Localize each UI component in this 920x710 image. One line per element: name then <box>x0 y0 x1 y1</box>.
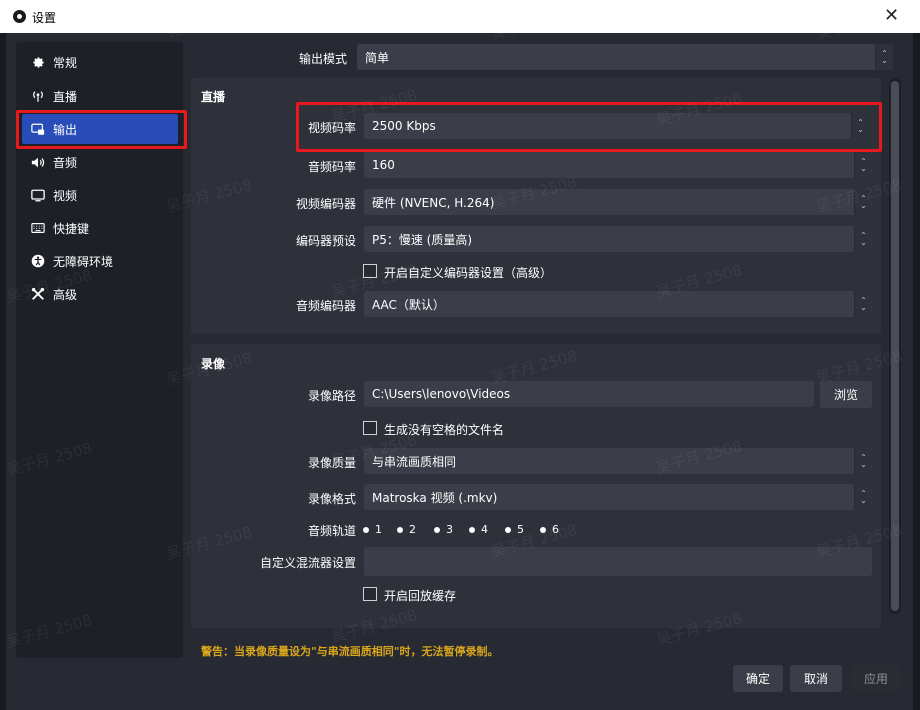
audio-track-6[interactable]: 6 <box>540 523 559 536</box>
sidebar-item-audio[interactable]: 音频 <box>22 147 178 177</box>
sidebar-item-advanced[interactable]: 高级 <box>22 279 178 309</box>
radio-dot-icon <box>540 526 546 533</box>
keyboard-icon <box>31 221 45 235</box>
window-title: 设置 <box>32 11 57 25</box>
replay-buffer-label: 开启回放缓存 <box>384 589 457 603</box>
output-icon <box>31 122 45 136</box>
sidebar-item-label: 高级 <box>53 287 78 302</box>
audio-track-2[interactable]: 2 <box>397 523 416 536</box>
spin-arrows-icon[interactable]: ⌃ ⌄ <box>851 113 869 139</box>
audio-track-1[interactable]: 1 <box>363 523 382 536</box>
close-icon[interactable]: ✕ <box>884 5 899 26</box>
sidebar-item-label: 输出 <box>53 122 78 137</box>
sidebar-item-general[interactable]: 常规 <box>22 47 178 77</box>
audio-encoder-select[interactable]: AAC（默认） ⌃ ⌄ <box>364 291 872 317</box>
custom-muxer-label: 自定义混流器设置 <box>259 556 356 570</box>
audio-tracks-label: 音频轨道 <box>307 524 356 538</box>
recording-format-select[interactable]: Matroska 视频 (.mkv) ⌃ ⌄ <box>364 484 872 510</box>
chevron-updown-icon: ⌃ ⌄ <box>875 44 893 70</box>
accessibility-icon <box>31 254 45 268</box>
recording-quality-label: 录像质量 <box>307 456 356 470</box>
wrench-icon <box>31 287 45 301</box>
sidebar-item-output[interactable]: 输出 <box>22 114 178 144</box>
browse-button[interactable]: 浏览 <box>820 381 872 408</box>
scrollbar-thumb[interactable] <box>891 81 899 611</box>
monitor-icon <box>31 188 45 202</box>
gear-icon <box>31 55 45 69</box>
video-encoder-select[interactable]: 硬件 (NVENC, H.264) ⌃ ⌄ <box>364 189 872 215</box>
replay-buffer-checkbox[interactable] <box>363 587 377 601</box>
radio-dot-icon <box>397 526 403 533</box>
recording-path-input[interactable]: C:\Users\lenovo\Videos <box>364 381 814 407</box>
audio-track-5[interactable]: 5 <box>505 523 524 536</box>
encoder-preset-select[interactable]: P5：慢速 (质量高) ⌃ ⌄ <box>364 226 872 252</box>
recording-section-title: 录像 <box>201 357 226 371</box>
chevron-updown-icon: ⌃ ⌄ <box>854 226 872 252</box>
cancel-button[interactable]: 取消 <box>790 665 842 692</box>
video-bitrate-label: 视频码率 <box>307 121 356 135</box>
recording-format-label: 录像格式 <box>307 492 356 506</box>
chevron-updown-icon: ⌃ ⌄ <box>854 448 872 474</box>
obs-app-icon <box>13 10 26 23</box>
sidebar-item-accessibility[interactable]: 无障碍环境 <box>22 246 178 276</box>
apply-button[interactable]: 应用 <box>850 665 902 692</box>
chevron-updown-icon: ⌃ ⌄ <box>854 152 872 178</box>
audio-encoder-label: 音频编码器 <box>295 299 356 313</box>
chevron-updown-icon: ⌃ ⌄ <box>854 484 872 510</box>
encoder-preset-label: 编码器预设 <box>295 234 356 248</box>
video-encoder-label: 视频编码器 <box>295 197 356 211</box>
radio-dot-icon <box>505 526 511 533</box>
radio-dot-icon <box>469 526 475 533</box>
chevron-updown-icon: ⌃ ⌄ <box>854 291 872 317</box>
sidebar: 常规 直播 输出 音频 视频 快捷键 无障碍环境 高级 <box>16 42 183 658</box>
custom-encoder-checkbox[interactable] <box>363 264 377 278</box>
radio-dot-icon <box>363 526 369 533</box>
custom-encoder-label: 开启自定义编码器设置（高级） <box>384 266 553 280</box>
antenna-icon <box>31 89 45 103</box>
sidebar-item-label: 音频 <box>53 155 78 170</box>
sidebar-item-video[interactable]: 视频 <box>22 180 178 210</box>
title-bar: 设置 ✕ <box>0 0 920 33</box>
audio-track-3[interactable]: 3 <box>434 523 453 536</box>
speaker-icon <box>31 155 45 169</box>
custom-muxer-input[interactable] <box>364 547 872 576</box>
sidebar-item-label: 视频 <box>53 188 78 203</box>
right-edge <box>913 33 920 710</box>
warning-text: 警告：当录像质量设为"与串流画质相同"时，无法暂停录制。 <box>201 645 499 658</box>
radio-dot-icon <box>434 526 440 533</box>
sidebar-item-label: 快捷键 <box>53 221 90 236</box>
streaming-section-title: 直播 <box>201 90 226 104</box>
no-space-filename-checkbox[interactable] <box>363 421 377 435</box>
output-mode-label: 输出模式 <box>298 52 347 66</box>
sidebar-item-stream[interactable]: 直播 <box>22 81 178 111</box>
sidebar-item-label: 直播 <box>53 89 78 104</box>
video-bitrate-spinbox[interactable]: 2500 Kbps ⌃ ⌄ <box>364 113 869 139</box>
audio-track-4[interactable]: 4 <box>469 523 488 536</box>
sidebar-item-label: 无障碍环境 <box>53 254 114 269</box>
ok-button[interactable]: 确定 <box>733 665 783 692</box>
audio-bitrate-select[interactable]: 160 ⌃ ⌄ <box>364 152 872 178</box>
output-mode-select[interactable]: 简单 ⌃ ⌄ <box>357 44 893 70</box>
recording-quality-select[interactable]: 与串流画质相同 ⌃ ⌄ <box>364 448 872 474</box>
left-edge <box>0 33 6 710</box>
audio-bitrate-label: 音频码率 <box>307 160 356 174</box>
no-space-filename-label: 生成没有空格的文件名 <box>384 423 505 437</box>
chevron-updown-icon: ⌃ ⌄ <box>854 189 872 215</box>
recording-path-label: 录像路径 <box>307 389 356 403</box>
sidebar-item-label: 常规 <box>53 55 78 70</box>
sidebar-item-hotkeys[interactable]: 快捷键 <box>22 213 178 243</box>
